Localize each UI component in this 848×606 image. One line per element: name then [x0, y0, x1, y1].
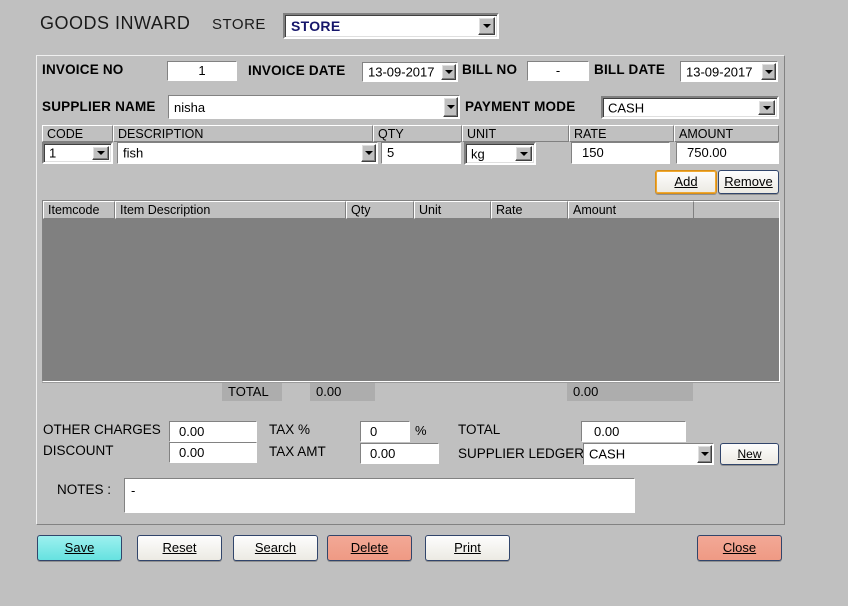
- notes-textarea[interactable]: -: [124, 478, 635, 513]
- chevron-down-icon[interactable]: [92, 146, 109, 160]
- grid-total-qty: 0.00: [310, 383, 375, 401]
- grid-col-qty[interactable]: Qty: [346, 201, 414, 219]
- entry-col-rate: RATE: [569, 125, 674, 142]
- grid-total-amount: 0.00: [567, 383, 693, 401]
- unit-value: kg: [471, 146, 485, 161]
- description-value: fish: [123, 145, 144, 161]
- chevron-down-icon[interactable]: [761, 63, 776, 80]
- qty-input[interactable]: 5: [381, 142, 461, 164]
- supplier-name-label: SUPPLIER NAME: [42, 99, 156, 114]
- entry-col-unit: UNIT: [462, 125, 569, 142]
- invoice-no-label: INVOICE NO: [42, 62, 124, 77]
- grid-body[interactable]: [43, 219, 779, 381]
- print-button-label: Print: [454, 540, 481, 555]
- invoice-date-combo[interactable]: 13-09-2017: [362, 62, 458, 82]
- other-charges-input[interactable]: 0.00: [169, 421, 257, 442]
- other-charges-label: OTHER CHARGES: [43, 422, 161, 437]
- grand-total-input[interactable]: 0.00: [581, 421, 686, 442]
- store-combo-value: STORE: [291, 18, 341, 34]
- supplier-ledger-label: SUPPLIER LEDGER: [458, 446, 585, 461]
- supplier-name-combo[interactable]: nisha: [168, 95, 460, 119]
- code-combo[interactable]: 1: [42, 142, 113, 164]
- payment-mode-value: CASH: [608, 100, 645, 115]
- tax-pct-label: TAX %: [269, 422, 311, 437]
- code-value: 1: [49, 145, 57, 161]
- supplier-name-value: nisha: [174, 100, 206, 115]
- tax-pct-sign: %: [415, 423, 427, 438]
- chevron-down-icon[interactable]: [697, 445, 712, 463]
- grid-col-itemcode[interactable]: Itemcode: [43, 201, 115, 219]
- grid-col-rate[interactable]: Rate: [491, 201, 568, 219]
- grid-col-item-description[interactable]: Item Description: [115, 201, 346, 219]
- grid-col-amount[interactable]: Amount: [568, 201, 694, 219]
- notes-label: NOTES :: [57, 482, 112, 497]
- page-title: GOODS INWARD: [40, 13, 191, 33]
- print-button[interactable]: Print: [425, 535, 510, 561]
- store-label: STORE: [212, 16, 266, 33]
- tax-pct-input[interactable]: 0: [360, 421, 410, 442]
- delete-button[interactable]: Delete: [327, 535, 412, 561]
- tax-amt-input[interactable]: 0.00: [360, 443, 439, 464]
- rate-input[interactable]: 150: [571, 142, 670, 164]
- remove-button-label: Remove: [724, 174, 773, 189]
- close-button[interactable]: Close: [697, 535, 782, 561]
- grand-total-label: TOTAL: [458, 422, 501, 437]
- entry-col-qty: QTY: [373, 125, 462, 142]
- delete-button-label: Delete: [350, 540, 389, 555]
- grid-total-label: TOTAL: [222, 383, 282, 401]
- chevron-down-icon[interactable]: [758, 100, 775, 115]
- entry-col-description: DESCRIPTION: [113, 125, 373, 142]
- new-ledger-button-label: New: [737, 447, 762, 461]
- search-button-label: Search: [254, 540, 297, 555]
- invoice-date-label: INVOICE DATE: [248, 63, 346, 78]
- payment-mode-combo[interactable]: CASH: [601, 96, 779, 119]
- bill-date-label: BILL DATE: [594, 62, 666, 77]
- invoice-no-input[interactable]: 1: [167, 61, 237, 81]
- close-button-label: Close: [722, 540, 757, 555]
- tax-amt-label: TAX AMT: [269, 444, 326, 459]
- invoice-date-value: 13-09-2017: [368, 64, 435, 80]
- search-button[interactable]: Search: [233, 535, 318, 561]
- reset-button[interactable]: Reset: [137, 535, 222, 561]
- discount-input[interactable]: 0.00: [169, 442, 257, 463]
- amount-input[interactable]: 750.00: [676, 142, 779, 164]
- remove-button[interactable]: Remove: [718, 170, 779, 194]
- supplier-ledger-value: CASH: [589, 446, 626, 462]
- grid-total-strip: TOTAL 0.00 0.00: [42, 382, 780, 401]
- grid-col-unit[interactable]: Unit: [414, 201, 491, 219]
- supplier-ledger-combo[interactable]: CASH: [583, 443, 714, 465]
- bill-no-input[interactable]: -: [527, 61, 589, 81]
- items-grid[interactable]: Itemcode Item Description Qty Unit Rate …: [42, 200, 780, 382]
- bill-no-label: BILL NO: [462, 62, 518, 77]
- payment-mode-label: PAYMENT MODE: [465, 99, 576, 114]
- reset-button-label: Reset: [162, 540, 197, 555]
- save-button[interactable]: Save: [37, 535, 122, 561]
- chevron-down-icon[interactable]: [361, 144, 376, 162]
- new-ledger-button[interactable]: New: [720, 443, 779, 465]
- save-button-label: Save: [64, 540, 95, 555]
- add-button[interactable]: Add: [655, 170, 717, 194]
- chevron-down-icon[interactable]: [441, 64, 456, 80]
- entry-col-code: CODE: [42, 125, 113, 142]
- bill-date-combo[interactable]: 13-09-2017: [680, 61, 778, 82]
- bill-date-value: 13-09-2017: [686, 64, 753, 79]
- discount-label: DISCOUNT: [43, 443, 114, 458]
- description-combo[interactable]: fish: [117, 142, 378, 164]
- chevron-down-icon[interactable]: [478, 17, 495, 35]
- store-combo[interactable]: STORE: [283, 13, 499, 39]
- entry-col-amount: AMOUNT: [674, 125, 779, 142]
- add-button-label: Add: [674, 174, 698, 189]
- chevron-down-icon[interactable]: [443, 97, 458, 117]
- unit-combo[interactable]: kg: [464, 142, 536, 165]
- chevron-down-icon[interactable]: [515, 146, 532, 161]
- grid-col-filler: [694, 201, 779, 219]
